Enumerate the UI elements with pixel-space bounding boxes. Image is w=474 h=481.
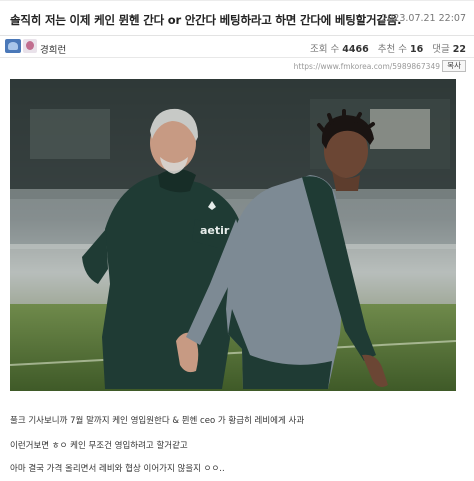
body-line: 풀크 기사보니까 7월 말까지 케인 영입원한다 & 뮌헨 ceo 가 황급히 …: [10, 416, 305, 426]
post-title: 솔직히 저는 이제 케인 뮌헨 간다 or 안간다 베팅하라고 하면 간다에 베…: [10, 13, 402, 27]
recommend-stat: 추천 수 16: [378, 41, 424, 55]
comments-stat[interactable]: 댓글 22: [432, 41, 466, 55]
post-meta: 경희런 조회 수 4466 추천 수 16 댓글 22: [0, 36, 474, 58]
views-stat: 조회 수 4466: [310, 41, 369, 55]
views-count: 4466: [342, 44, 369, 55]
post-photo: aetir: [10, 79, 456, 391]
post-date: 2023.07.21 22:07: [381, 13, 466, 24]
post-stats: 조회 수 4466 추천 수 16 댓글 22: [310, 41, 466, 55]
post-header: 솔직히 저는 이제 케인 뮌헨 간다 or 안간다 베팅하라고 하면 간다에 베…: [0, 0, 474, 36]
member-badge-icon: [5, 39, 21, 53]
author-name[interactable]: 경희런: [40, 42, 66, 56]
svg-text:aetir: aetir: [200, 224, 230, 237]
comments-label: 댓글: [432, 44, 450, 55]
recommend-label: 추천 수: [377, 44, 407, 55]
url-row: https://www.fmkorea.com/5989867349 복사: [0, 58, 474, 76]
avatar-icon[interactable]: [23, 39, 37, 53]
body-line: 이런거보면 ㅎㅇ 케인 무조건 영입하려고 할거같고: [10, 441, 188, 451]
recommend-count: 16: [410, 44, 424, 55]
post-url[interactable]: https://www.fmkorea.com/5989867349: [294, 62, 440, 71]
photo-illustration: aetir: [10, 79, 456, 391]
comments-count: 22: [452, 44, 466, 55]
views-label: 조회 수: [310, 44, 340, 55]
author-icons: [5, 39, 37, 53]
body-line: 아마 결국 가격 올리면서 레비와 협상 이어가지 않을지 ㅇㅇ..: [10, 464, 225, 474]
copy-url-button[interactable]: 복사: [442, 60, 466, 72]
